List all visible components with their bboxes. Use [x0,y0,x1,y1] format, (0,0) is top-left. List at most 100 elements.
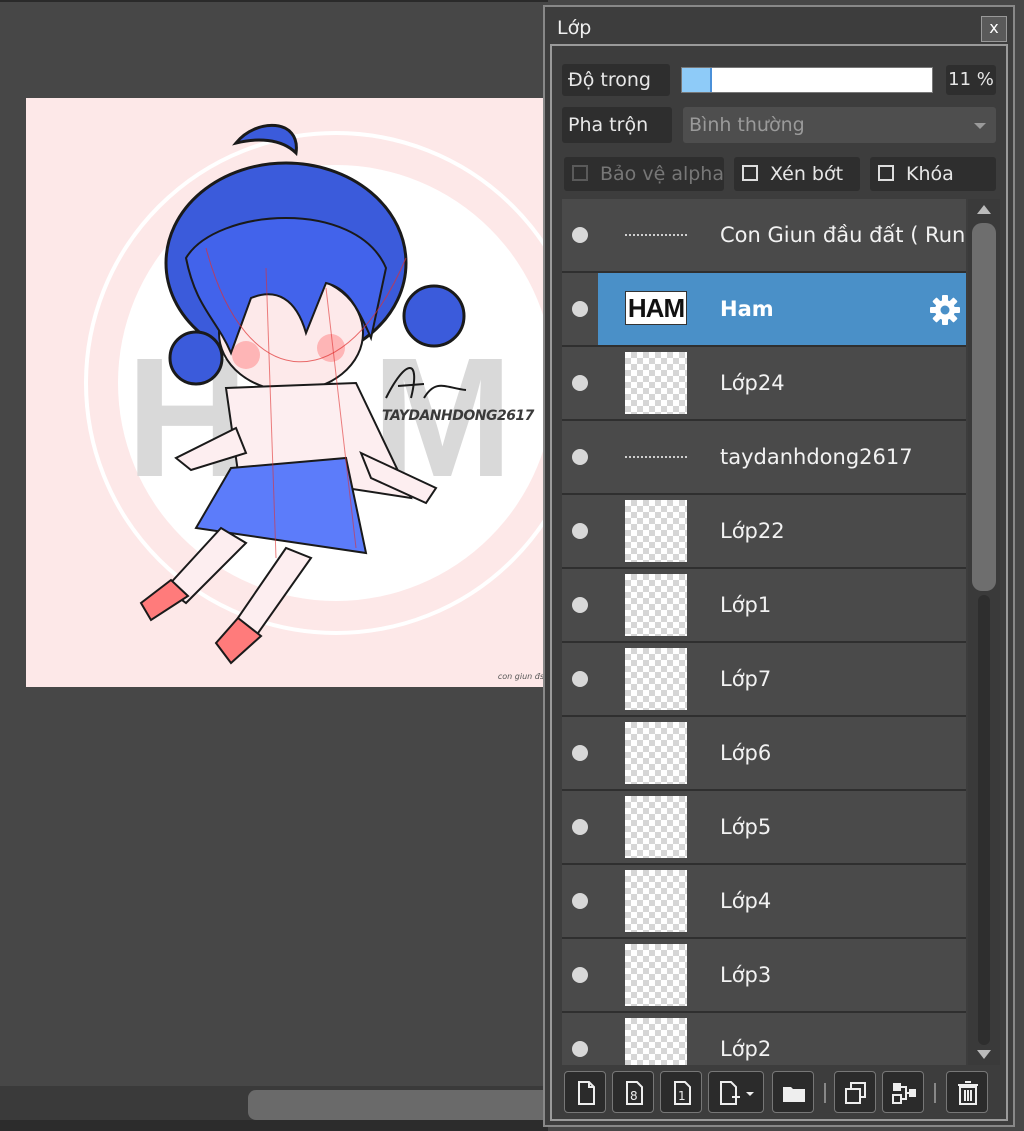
layer-name: Lớp1 [720,593,772,617]
add-layer-menu-icon [720,1081,754,1105]
add-layer-menu-button[interactable] [708,1071,764,1113]
visibility-toggle-icon[interactable] [572,227,588,243]
blend-mode-value: Bình thường [689,114,805,136]
layer-row[interactable]: Lớp4 [562,865,966,939]
new-8bit-layer-icon: 8 [626,1081,643,1105]
visibility-toggle-icon[interactable] [572,597,588,613]
layer-row[interactable]: Lớp22 [562,495,966,569]
delete-layer-button[interactable] [946,1071,988,1113]
vertical-scrollbar[interactable] [968,199,1000,1065]
layer-name: Lớp5 [720,815,772,839]
new-layer-icon [578,1081,595,1105]
chevron-down-icon [974,123,986,129]
blend-label: Pha trộn [562,107,672,143]
visibility-toggle-icon[interactable] [572,893,588,909]
opacity-label: Độ trong [562,64,670,96]
layer-thumbnail [625,796,687,858]
layer-row[interactable]: Lớp6 [562,717,966,791]
layer-panel: Lớp x Độ trong 11 % Pha trộn Bình thường… [543,5,1015,1127]
layer-name: Lớp6 [720,741,772,765]
visibility-toggle-icon[interactable] [572,1041,588,1057]
lock-label: Khóa [906,163,954,185]
new-8bit-layer-button[interactable]: 8 [612,1071,654,1113]
visibility-toggle-icon[interactable] [572,449,588,465]
visibility-toggle-icon[interactable] [572,375,588,391]
new-folder-button[interactable] [772,1071,814,1113]
layer-row[interactable]: Lớp7 [562,643,966,717]
credit-text: con giun đs [497,672,544,681]
layer-thumbnail [625,722,687,784]
layer-row[interactable]: Lớp3 [562,939,966,1013]
new-layer-button[interactable] [564,1071,606,1113]
folder-icon [783,1087,805,1102]
opacity-slider[interactable] [681,67,933,93]
blend-mode-select[interactable]: Bình thường [683,107,996,143]
panel-title: Lớp [557,17,592,39]
layer-row[interactable]: Lớp24 [562,347,966,421]
gear-icon[interactable] [928,293,962,327]
layer-toolbar: 8 1 [562,1069,1000,1117]
lock-checkbox[interactable]: Khóa [870,157,996,191]
duplicate-layer-icon [845,1082,866,1104]
visibility-toggle-icon[interactable] [572,745,588,761]
layer-list[interactable]: Con Giun đầu đất ( Run HAM Ham Lớp24 taydanh… [562,199,966,1065]
opacity-slider-fill [682,68,712,92]
layer-thumbnail [625,500,687,562]
status-strip [0,1120,548,1131]
layer-row[interactable]: Lớp2 [562,1013,966,1065]
scroll-down-icon[interactable] [977,1050,991,1059]
layer-name: Con Giun đầu đất ( Run [720,223,966,247]
checkbox-box [742,165,758,181]
layer-row[interactable]: Lớp5 [562,791,966,865]
visibility-toggle-icon[interactable] [572,967,588,983]
clip-label: Xén bớt [770,163,844,185]
svg-text:8: 8 [630,1089,638,1103]
layer-row[interactable]: HAM Ham [562,273,966,347]
protect-alpha-label: Bảo vệ alpha [600,163,724,185]
artwork: HAM [84,123,548,665]
visibility-toggle-icon[interactable] [572,523,588,539]
workspace-top-border [0,0,548,2]
toolbar-separator [934,1083,936,1103]
canvas-workspace[interactable]: HAM [0,0,548,1131]
layer-thumbnail [625,204,687,266]
opacity-value[interactable]: 11 % [946,65,996,95]
visibility-toggle-icon[interactable] [572,301,588,317]
close-button[interactable]: x [981,16,1007,42]
protect-alpha-checkbox[interactable]: Bảo vệ alpha [564,157,724,191]
visibility-toggle-icon[interactable] [572,819,588,835]
scroll-up-icon[interactable] [977,205,991,214]
trash-icon [958,1081,978,1105]
signature-text: TAYDANHDONG2617 [382,408,534,424]
duplicate-layer-button[interactable] [834,1071,876,1113]
layer-name: Lớp3 [720,963,772,987]
new-1bit-layer-icon: 1 [674,1081,691,1105]
checkbox-box [572,165,588,181]
merge-layer-button[interactable] [882,1071,924,1113]
layer-thumbnail [625,870,687,932]
layer-thumbnail [625,648,687,710]
new-1bit-layer-button[interactable]: 1 [660,1071,702,1113]
layer-thumbnail [625,352,687,414]
layer-row[interactable]: Con Giun đầu đất ( Run [562,199,966,273]
scroll-track[interactable] [978,595,990,1045]
layer-row[interactable]: taydanhdong2617 [562,421,966,495]
svg-text:1: 1 [678,1089,686,1103]
horizontal-scrollbar[interactable] [0,1086,548,1120]
layer-thumbnail [625,574,687,636]
layer-row[interactable]: Lớp1 [562,569,966,643]
toolbar-separator [824,1083,826,1103]
layer-thumbnail [625,944,687,1006]
vertical-scroll-thumb[interactable] [972,223,996,591]
layer-name: taydanhdong2617 [720,445,913,469]
visibility-toggle-icon[interactable] [572,671,588,687]
layer-name: Lớp7 [720,667,772,691]
layer-name: Lớp4 [720,889,772,913]
layer-thumbnail [625,1018,687,1065]
layer-thumbnail: HAM [625,291,687,325]
horizontal-scroll-thumb[interactable] [248,1090,548,1120]
checkbox-box [878,165,894,181]
layer-name: Lớp2 [720,1037,772,1061]
clip-checkbox[interactable]: Xén bớt [734,157,860,191]
drawing-canvas[interactable]: HAM [26,98,548,687]
